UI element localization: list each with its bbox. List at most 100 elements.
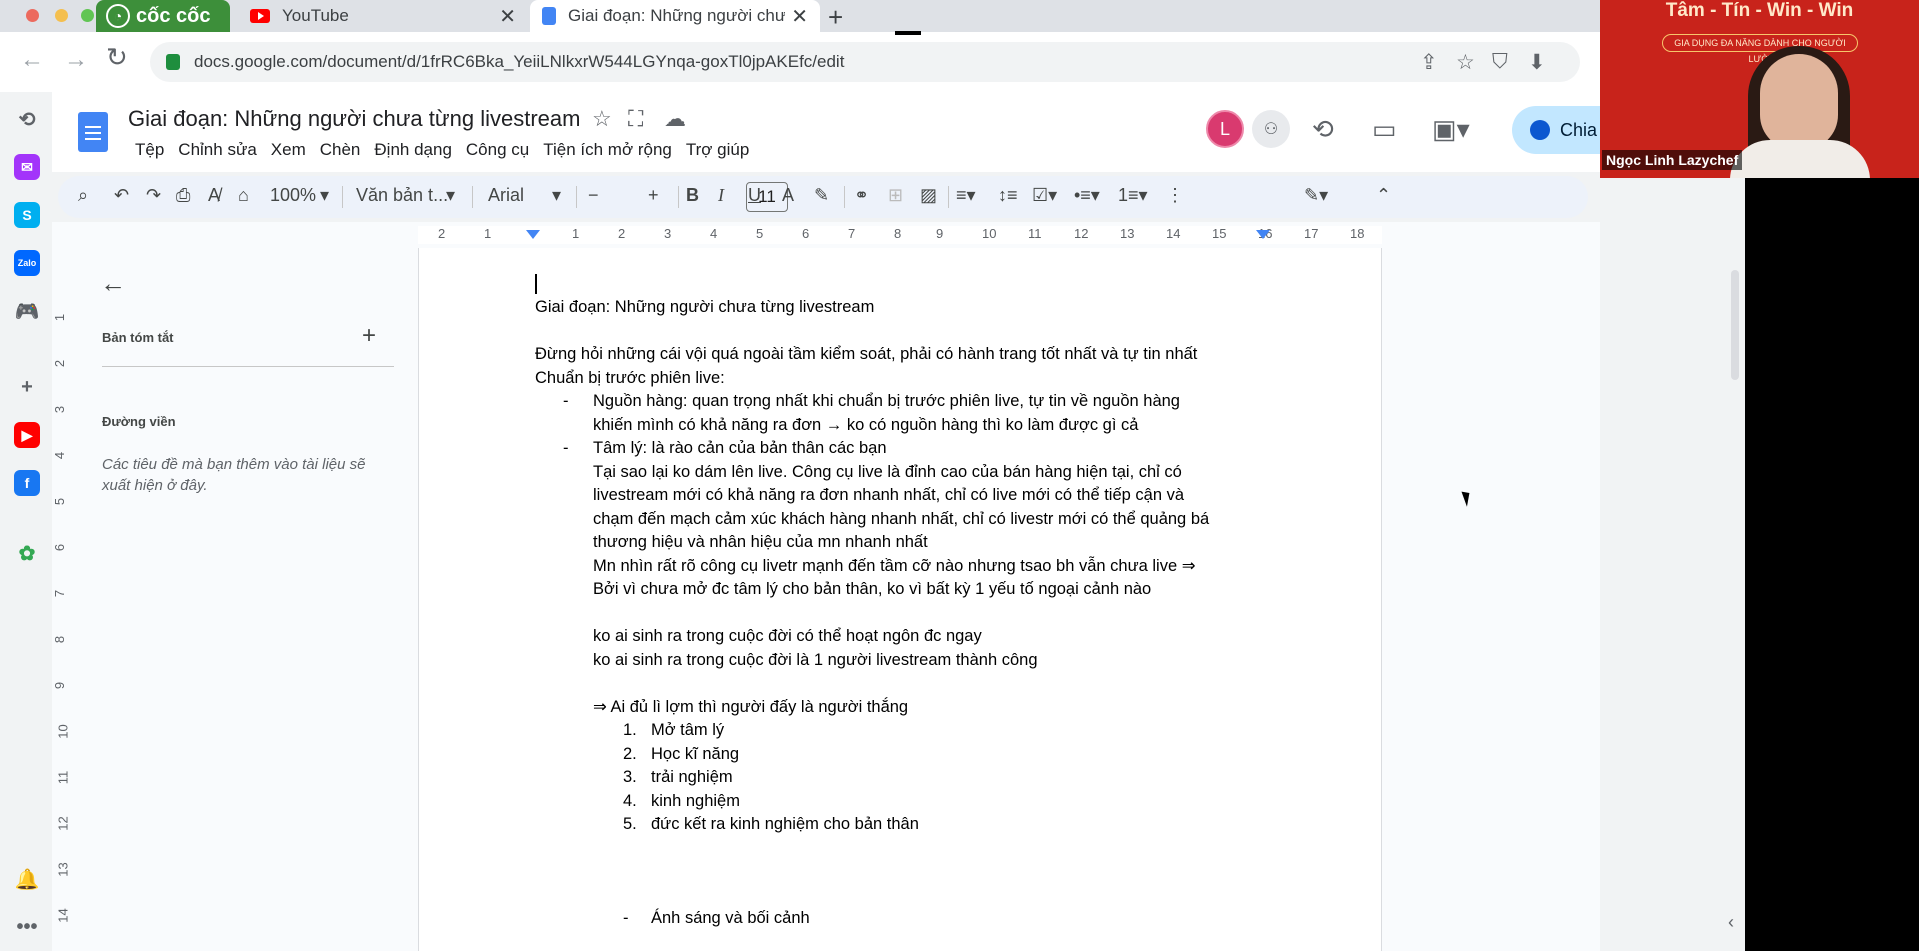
version-history-icon[interactable]: ⟲	[1312, 114, 1334, 145]
add-summary-icon[interactable]: +	[362, 322, 376, 350]
window-minimize-button[interactable]	[55, 9, 68, 22]
align-icon[interactable]: ≡▾	[956, 185, 976, 206]
menu-view[interactable]: Xem	[264, 136, 313, 164]
list-item: - Tâm lý: là rào cản của bản thân các bạn	[535, 437, 1335, 461]
left-indent-marker[interactable]	[526, 230, 540, 239]
text-cursor	[535, 274, 537, 294]
zalo-icon[interactable]: Zalo	[14, 250, 40, 276]
menu-tools[interactable]: Công cụ	[459, 136, 536, 164]
editing-mode-icon[interactable]: ✎▾	[1304, 185, 1328, 206]
presenter-body	[1730, 140, 1870, 178]
outline-divider	[102, 366, 394, 367]
more-options-icon[interactable]: ⋮	[1166, 185, 1184, 206]
skype-icon[interactable]: S	[14, 202, 40, 228]
document-scrollbar[interactable]	[1731, 270, 1739, 380]
user-avatar[interactable]: L	[1206, 110, 1244, 148]
ruler-tick: 10	[982, 226, 997, 241]
docs-logo-icon[interactable]	[78, 112, 108, 152]
shield-icon[interactable]: ⛉	[1492, 50, 1508, 74]
bullet-mark: -	[563, 392, 569, 410]
youtube-icon[interactable]: ▶	[14, 422, 40, 448]
history-icon[interactable]: ⟲	[14, 106, 40, 132]
close-tab-icon[interactable]: ✕	[791, 4, 808, 29]
new-tab-icon[interactable]: +	[828, 2, 843, 33]
menu-format[interactable]: Định dạng	[367, 136, 459, 164]
redo-icon[interactable]: ↷	[146, 185, 161, 206]
print-icon[interactable]: ⎙	[176, 185, 190, 206]
bell-icon[interactable]: 🔔	[14, 866, 40, 892]
menu-edit[interactable]: Chỉnh sửa	[171, 136, 263, 164]
paragraph-style-select[interactable]: Văn bản t...	[356, 185, 448, 206]
game-icon[interactable]: 🎮	[14, 298, 40, 324]
star-icon[interactable]: ☆	[592, 106, 612, 132]
highlight-icon[interactable]: ✎	[814, 185, 829, 206]
close-outline-arrow-icon[interactable]: ←	[100, 268, 126, 299]
spellcheck-icon[interactable]: A̸	[208, 185, 220, 206]
vruler-tick: 4	[52, 451, 68, 460]
underline-icon[interactable]: U	[748, 185, 761, 206]
insert-image-icon[interactable]: ▨	[920, 185, 937, 206]
extension-icon[interactable]: ✿	[14, 540, 40, 566]
chevron-down-icon: ▾	[552, 185, 562, 205]
italic-icon[interactable]: I	[718, 185, 724, 206]
coccoc-home-tab[interactable]: ◔ cốc cốc	[96, 0, 230, 32]
bold-icon[interactable]: B	[686, 185, 699, 206]
document-title[interactable]: Giai đoạn: Những người chưa từng livestr…	[128, 106, 580, 132]
bookmark-star-icon[interactable]: ☆	[1456, 50, 1475, 75]
checklist-icon[interactable]: ☑▾	[1032, 185, 1057, 206]
line-spacing-icon[interactable]: ↕≡	[998, 185, 1018, 206]
number-mark: 2.	[623, 744, 637, 763]
hide-menus-icon[interactable]: ⌃	[1376, 185, 1391, 206]
increase-font-size-icon[interactable]: +	[648, 185, 659, 206]
document-body[interactable]: Giai đoạn: Những người chưa từng livestr…	[535, 296, 1335, 931]
share-page-icon[interactable]: ⇪	[1420, 50, 1438, 75]
close-tab-icon[interactable]: ✕	[499, 4, 516, 29]
menu-insert[interactable]: Chèn	[313, 136, 368, 164]
doc-paragraph: Đừng hỏi những cái vội quá ngoài tầm kiể…	[535, 345, 1198, 363]
window-close-button[interactable]	[26, 9, 39, 22]
doc-paragraph: Bởi vì chưa mở đc tâm lý cho bản thân, k…	[593, 580, 1152, 598]
menu-help[interactable]: Trợ giúp	[679, 136, 756, 164]
text-color-swatch	[895, 31, 921, 35]
insert-link-icon[interactable]: ⚭	[854, 185, 869, 206]
right-indent-marker[interactable]	[1256, 230, 1270, 239]
more-icon[interactable]: •••	[14, 914, 40, 940]
meet-video-icon[interactable]: ▣▾	[1432, 114, 1470, 145]
add-comment-icon[interactable]: ⊞	[888, 185, 903, 206]
doc-paragraph: ko ai sinh ra trong cuộc đời có thể hoạt…	[593, 627, 982, 645]
search-menus-icon[interactable]: ⌕	[78, 185, 88, 206]
collaborator-presence-icon[interactable]: ⚇	[1252, 110, 1290, 148]
numbered-list-icon[interactable]: 1≡▾	[1118, 185, 1148, 206]
comments-icon[interactable]: ▭	[1372, 114, 1397, 145]
window-maximize-button[interactable]	[81, 9, 94, 22]
decrease-font-size-icon[interactable]: −	[588, 185, 599, 206]
font-family-select[interactable]: Arial	[488, 185, 524, 206]
document-page[interactable]: Giai đoạn: Những người chưa từng livestr…	[418, 248, 1382, 951]
tab-google-docs[interactable]: Giai đoạn: Những người chưa từng livestr…	[530, 0, 820, 32]
menu-file[interactable]: Tệp	[128, 136, 171, 164]
forward-arrow-icon[interactable]: →	[64, 46, 88, 74]
download-icon[interactable]: ⬇	[1528, 50, 1546, 75]
facebook-icon[interactable]: f	[14, 470, 40, 496]
presenter-name-label: Ngọc Linh Lazychef	[1602, 150, 1743, 170]
zoom-select[interactable]: 100%	[270, 185, 316, 206]
collapse-side-panel-icon[interactable]: ‹	[1728, 912, 1734, 933]
reload-icon[interactable]: ↻	[106, 42, 128, 73]
add-icon[interactable]: +	[14, 374, 40, 400]
tab-youtube[interactable]: YouTube ✕	[238, 0, 528, 32]
paint-format-icon[interactable]: ⌂	[238, 185, 249, 206]
move-folder-icon[interactable]: ⛶	[628, 106, 643, 132]
bulleted-list-icon[interactable]: •≡▾	[1074, 185, 1100, 206]
ruler-tick: 17	[1304, 226, 1319, 241]
messenger-icon[interactable]: ✉	[14, 154, 40, 180]
list-item: - Ánh sáng và bối cảnh	[535, 907, 1335, 931]
undo-icon[interactable]: ↶	[114, 185, 129, 206]
menu-extensions[interactable]: Tiện ích mở rộng	[536, 136, 679, 164]
cloud-status-icon[interactable]: ☁	[664, 106, 686, 132]
back-arrow-icon[interactable]: ←	[20, 46, 44, 74]
text-color-icon[interactable]: A	[782, 185, 794, 206]
youtube-favicon-icon	[250, 9, 270, 23]
address-bar[interactable]: docs.google.com/document/d/1frRC6Bka_Yei…	[150, 42, 1580, 82]
ruler-tick: 5	[756, 226, 764, 241]
